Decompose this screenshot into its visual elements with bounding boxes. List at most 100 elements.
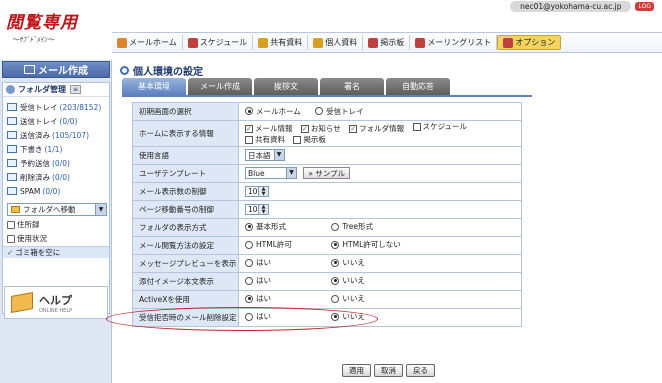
page-title-text: 個人環境の設定 <box>133 67 203 78</box>
nav-mailing-list[interactable]: メーリングリスト <box>410 35 498 50</box>
shared-docs-icon <box>258 37 269 48</box>
book-icon <box>11 292 33 313</box>
folder-name: 予約送信 <box>20 158 50 168</box>
mail-count-stepper[interactable]: 10 ▲ ▼ <box>245 185 269 197</box>
radio-preview-no[interactable]: いいえ <box>331 257 365 268</box>
radio-basic-format[interactable]: 基本形式 <box>245 221 317 232</box>
usage-link[interactable]: 使用状況 <box>7 233 109 244</box>
row-value: 10 ▲ ▼ <box>238 181 522 201</box>
radio-tree-format[interactable]: Tree形式 <box>331 221 373 232</box>
nav-option[interactable]: オプション <box>497 35 562 50</box>
radio-dot <box>331 258 340 267</box>
folder-name: 送信済み <box>20 130 50 140</box>
folder-move-label: フォルダへ移動 <box>23 205 76 214</box>
nav-board[interactable]: 掲示板 <box>363 35 411 50</box>
radio-dot <box>331 312 340 321</box>
radio-attach-yes[interactable]: はい <box>245 275 317 286</box>
sample-button[interactable]: » サンプル <box>303 167 351 179</box>
form-actions: 適用 取消 戻る <box>342 364 435 377</box>
radio-label: はい <box>256 258 271 268</box>
empty-trash-label: ゴミ箱を空に <box>15 248 61 257</box>
help-button[interactable]: ヘルプ ONLINE HELP <box>4 286 108 319</box>
nav-mail-home[interactable]: メールホーム <box>112 35 183 50</box>
folder-toggle-button[interactable]: ≡ <box>70 85 82 94</box>
back-button[interactable]: 戻る <box>406 364 435 377</box>
checkbox-folder-info[interactable]: ✓ フォルダ情報 <box>349 123 404 134</box>
radio-reject-no[interactable]: いいえ <box>331 311 365 322</box>
radio-preview-yes[interactable]: はい <box>245 257 317 268</box>
tab-auto-reply[interactable]: 自動応答 <box>386 78 450 95</box>
radio-dot <box>331 294 340 303</box>
tab-signature[interactable]: 署名 <box>320 78 384 95</box>
nav-label: オプション <box>515 38 556 47</box>
radio-html-allow[interactable]: HTML許可 <box>245 239 317 250</box>
settings-row: メール表示数の制御 10 ▲ ▼ <box>132 181 522 201</box>
checkbox-label: メール情報 <box>255 124 293 133</box>
row-value: はい いいえ <box>238 307 522 327</box>
folder-manage-header[interactable]: フォルダ管理 ≡ <box>3 83 109 97</box>
tab-greeting[interactable]: 挨拶文 <box>254 78 318 95</box>
cancel-button[interactable]: 取消 <box>374 364 403 377</box>
row-label: メール表示数の制御 <box>132 181 239 201</box>
folder-name: 受信トレイ <box>20 102 58 112</box>
folder-spam[interactable]: SPAM (0/0) <box>7 184 109 198</box>
radio-inbox[interactable]: 受信トレイ <box>315 106 364 117</box>
checkbox-mail-info[interactable]: ✓ メール情報 <box>245 123 293 134</box>
language-select[interactable]: 日本語 ▼ <box>245 149 285 161</box>
checkbox-box: ✓ <box>245 124 253 133</box>
folder-count: (105/107) <box>52 130 90 140</box>
compose-mail-button[interactable]: メール作成 <box>2 61 110 78</box>
user-bar: nec01@yokohama-cu.ac.jp LOG <box>510 0 654 13</box>
nav-shared-docs[interactable]: 共有資料 <box>253 35 309 50</box>
radio-activex-no[interactable]: いいえ <box>331 293 365 304</box>
radio-html-deny[interactable]: HTML許可しない <box>331 239 401 250</box>
spin-icon[interactable]: ▲ ▼ <box>259 185 269 197</box>
usage-label: 使用状況 <box>17 234 47 243</box>
folder-inbox[interactable]: 受信トレイ (203/8152) <box>7 100 109 114</box>
logo-sub: 〜ｻﾌﾞﾄﾞﾒｲﾝ〜 <box>12 36 54 44</box>
apply-button[interactable]: 適用 <box>342 364 371 377</box>
radio-dot <box>245 258 253 267</box>
folder-scheduled[interactable]: 予約送信 (0/0) <box>7 156 109 170</box>
radio-label: いいえ <box>342 276 365 286</box>
tab-compose[interactable]: メール作成 <box>188 78 252 95</box>
folder-move-select[interactable]: フォルダへ移動 ▼ <box>7 203 107 216</box>
radio-attach-no[interactable]: いいえ <box>331 275 365 286</box>
row-value: 10 ▲ ▼ <box>238 199 522 219</box>
radio-label: いいえ <box>342 294 365 304</box>
tab-basic[interactable]: 基本環境 <box>122 78 186 95</box>
radio-reject-yes[interactable]: はい <box>245 311 317 322</box>
folder-name: 削除済み <box>20 172 50 182</box>
folder-outbox[interactable]: 送信トレイ (0/0) <box>7 114 109 128</box>
checkbox-board[interactable]: 掲示板 <box>293 134 326 145</box>
nav-personal-docs[interactable]: 個人資料 <box>308 35 364 50</box>
logout-button[interactable]: LOG <box>635 2 654 11</box>
checkbox-notice[interactable]: ✓ お知らせ <box>300 123 341 134</box>
row-value: はい いいえ <box>238 253 522 273</box>
settings-table: 初期画面の選択 メールホーム 受信トレイ ホームに表示する情報 ✓ メール情報 ✓… <box>132 102 522 327</box>
page-count-stepper[interactable]: 10 ▲ ▼ <box>245 203 269 215</box>
empty-trash-button[interactable]: ✓ ゴミ箱を空に <box>3 246 109 258</box>
nav-schedule[interactable]: スケジュール <box>183 35 254 50</box>
folder-drafts[interactable]: 下書き (1/1) <box>7 142 109 156</box>
folder-count: (1/1) <box>44 144 63 154</box>
checkbox-shared-docs[interactable]: 共有資料 <box>245 134 285 145</box>
checkbox-schedule[interactable]: スケジュール <box>412 121 467 132</box>
envelope-icon <box>24 65 35 74</box>
address-book-label: 住所録 <box>17 220 40 229</box>
home-icon <box>117 37 127 48</box>
radio-activex-yes[interactable]: はい <box>245 293 317 304</box>
folder-deleted[interactable]: 削除済み (0/0) <box>7 170 109 184</box>
header: 閲覧専用 〜ｻﾌﾞﾄﾞﾒｲﾝ〜 nec01@yokohama-cu.ac.jp … <box>0 0 662 58</box>
radio-mail-home[interactable]: メールホーム <box>245 106 301 117</box>
address-book-link[interactable]: 住所録 <box>7 219 109 230</box>
row-label: 添付イメージ本文表示 <box>132 271 239 291</box>
template-select[interactable]: Blue ▼ <box>245 167 297 179</box>
radio-dot <box>315 107 324 116</box>
folder-icon <box>7 131 17 139</box>
nav-label: 掲示板 <box>380 38 405 47</box>
spin-icon[interactable]: ▲ ▼ <box>259 203 269 215</box>
option-icon <box>503 37 514 48</box>
folder-sent[interactable]: 送信済み (105/107) <box>7 128 109 142</box>
radio-label: 受信トレイ <box>326 106 364 116</box>
